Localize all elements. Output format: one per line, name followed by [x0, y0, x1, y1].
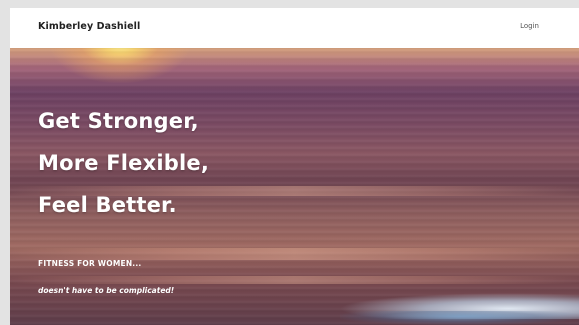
wave-surf-shadow — [340, 311, 579, 325]
headline-line: More Flexible, — [38, 151, 210, 175]
headline-line: Get Stronger, — [38, 109, 199, 133]
hero-subtagline: doesn't have to be complicated! — [38, 286, 175, 295]
login-link[interactable]: Login — [520, 22, 539, 30]
navbar: Kimberley Dashiell Login — [10, 8, 579, 48]
water-shimmer — [10, 276, 579, 284]
site-brand[interactable]: Kimberley Dashiell — [38, 21, 140, 32]
browser-viewport: Kimberley Dashiell Login Get Stronger, M… — [10, 8, 579, 325]
hero-section: Get Stronger, More Flexible, Feel Better… — [10, 48, 579, 325]
headline-line: Feel Better. — [38, 193, 177, 217]
hero-headline: Get Stronger, More Flexible, Feel Better… — [38, 100, 209, 226]
hero-tagline: FITNESS FOR WOMEN... — [38, 259, 142, 268]
